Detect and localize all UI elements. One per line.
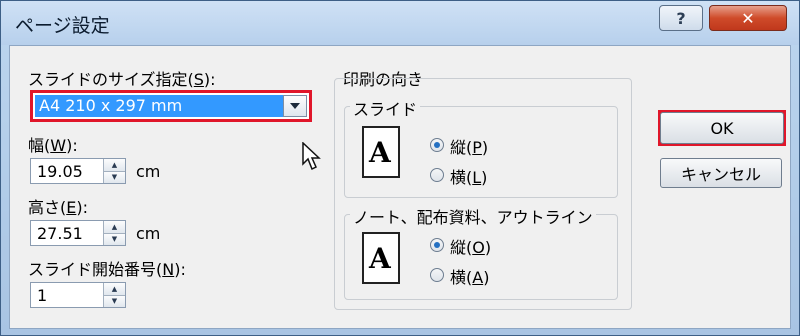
spin-down-icon[interactable]: ▼ bbox=[103, 233, 125, 245]
slides-landscape-label[interactable]: 横(L) bbox=[450, 164, 487, 188]
dialog-body: スライドのサイズ指定(S): A4 210 x 297 mm 幅(W): 19.… bbox=[9, 45, 791, 329]
close-button[interactable]: ✕ bbox=[709, 5, 787, 31]
notes-landscape-radio[interactable] bbox=[430, 268, 444, 282]
start-number-stepper[interactable]: 1 ▲ ▼ bbox=[30, 282, 126, 308]
start-number-value: 1 bbox=[37, 286, 48, 305]
chevron-down-icon[interactable] bbox=[283, 95, 307, 117]
page-portrait-icon: A bbox=[362, 232, 400, 284]
slides-portrait-radio[interactable] bbox=[430, 138, 444, 152]
notes-portrait-radio[interactable] bbox=[430, 238, 444, 252]
slides-group-title: スライド bbox=[350, 96, 421, 120]
spin-up-icon[interactable]: ▲ bbox=[103, 283, 125, 296]
spin-up-icon[interactable]: ▲ bbox=[103, 159, 125, 172]
slide-size-dropdown[interactable]: A4 210 x 297 mm bbox=[30, 90, 312, 122]
notes-group-title: ノート、配布資料、アウトライン bbox=[350, 204, 596, 228]
height-stepper[interactable]: 27.51 ▲ ▼ bbox=[30, 220, 126, 246]
height-label: 高さ(E): bbox=[28, 198, 88, 217]
dialog-title: ページ設定 bbox=[15, 15, 110, 37]
slides-portrait-label[interactable]: 縦(P) bbox=[450, 134, 488, 158]
width-stepper[interactable]: 19.05 ▲ ▼ bbox=[30, 158, 126, 184]
notes-portrait-label[interactable]: 縦(O) bbox=[450, 234, 491, 258]
slide-size-value: A4 210 x 297 mm bbox=[35, 95, 283, 117]
page-setup-dialog: ページ設定 ? ✕ スライドのサイズ指定(S): A4 210 x 297 mm… bbox=[0, 0, 800, 336]
ok-button[interactable]: OK bbox=[660, 112, 784, 144]
spin-down-icon[interactable]: ▼ bbox=[103, 171, 125, 183]
width-value: 19.05 bbox=[37, 162, 83, 181]
height-unit: cm bbox=[136, 224, 161, 243]
width-label: 幅(W): bbox=[28, 136, 78, 155]
mouse-pointer-icon bbox=[302, 141, 324, 176]
spin-up-icon[interactable]: ▲ bbox=[103, 221, 125, 234]
cancel-button[interactable]: キャンセル bbox=[660, 158, 782, 188]
start-number-label: スライド開始番号(N): bbox=[28, 260, 186, 279]
page-portrait-icon: A bbox=[362, 126, 400, 178]
height-value: 27.51 bbox=[37, 224, 83, 243]
notes-landscape-label[interactable]: 横(A) bbox=[450, 264, 489, 288]
width-unit: cm bbox=[136, 162, 161, 181]
title-bar: ページ設定 ? ✕ bbox=[1, 1, 799, 45]
slides-landscape-radio[interactable] bbox=[430, 168, 444, 182]
slide-size-label: スライドのサイズ指定(S): bbox=[28, 70, 216, 89]
spin-down-icon[interactable]: ▼ bbox=[103, 295, 125, 307]
help-button[interactable]: ? bbox=[659, 5, 703, 31]
